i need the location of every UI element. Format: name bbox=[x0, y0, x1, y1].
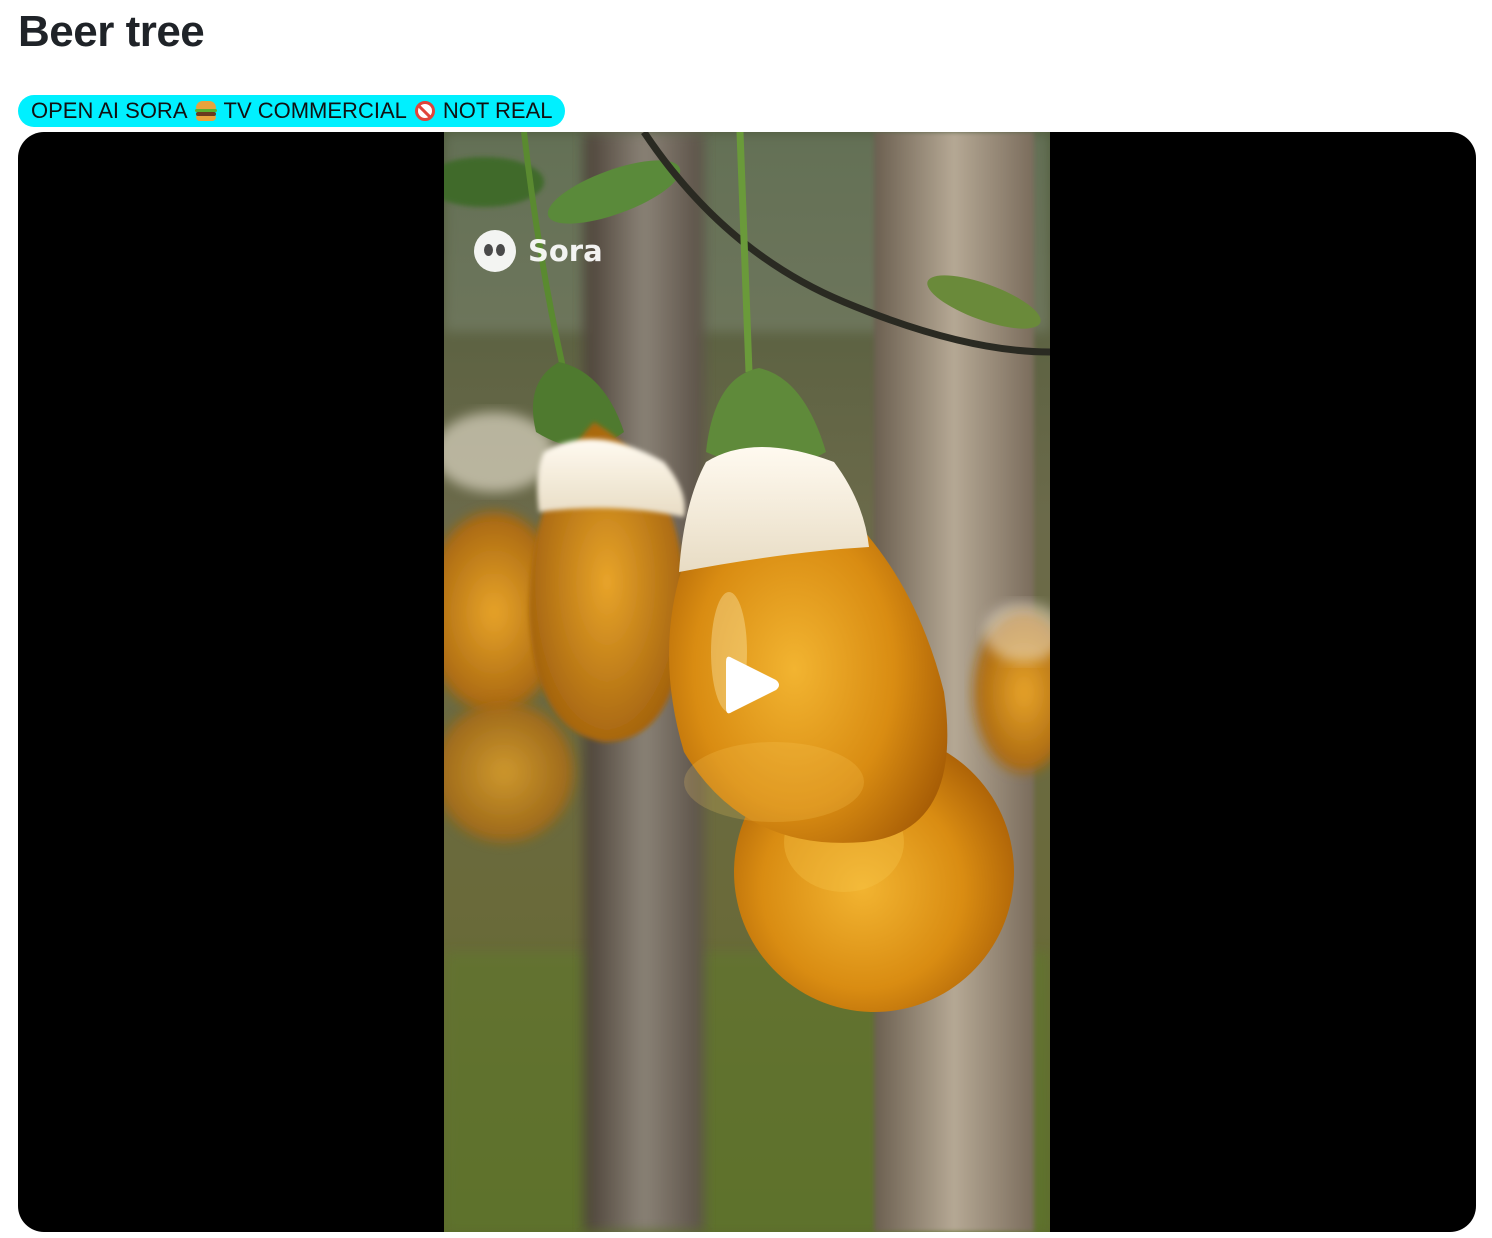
tag-badge[interactable]: OPEN AI SORA TV COMMERCIAL NOT REAL bbox=[18, 95, 566, 127]
tag-text-2: TV COMMERCIAL bbox=[223, 98, 407, 123]
tag-text-3: NOT REAL bbox=[442, 98, 553, 123]
video-player[interactable]: Sora bbox=[18, 132, 1476, 1232]
no-entry-icon bbox=[413, 99, 437, 123]
hamburger-icon bbox=[194, 99, 218, 123]
sora-watermark: Sora bbox=[474, 230, 603, 272]
post-title: Beer tree bbox=[18, 7, 205, 56]
video-frame: Sora bbox=[444, 132, 1050, 1232]
sora-watermark-text: Sora bbox=[528, 234, 603, 268]
sora-logo-icon bbox=[474, 230, 516, 272]
tag-text-1: OPEN AI SORA bbox=[31, 98, 188, 123]
play-icon[interactable] bbox=[722, 652, 782, 718]
